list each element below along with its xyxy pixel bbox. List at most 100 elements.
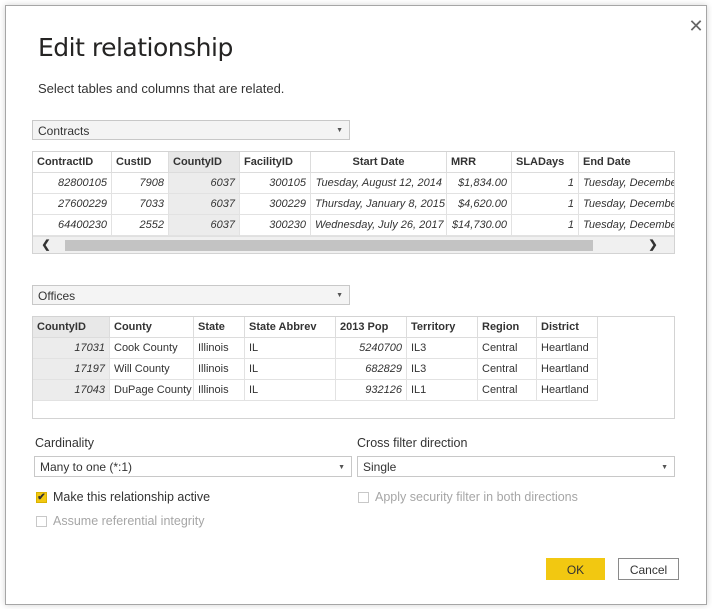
table1-select-value: Contracts xyxy=(38,124,90,138)
table1-header-row: ContractID CustID CountyID FacilityID Start … xyxy=(33,152,674,173)
table-cell: Illinois xyxy=(193,358,245,380)
table-row: 82800105 7908 6037 300105 Tuesday, August 12… xyxy=(33,172,674,194)
table-cell: 300230 xyxy=(239,214,311,236)
column-header[interactable]: CountyID xyxy=(33,317,110,338)
column-header[interactable]: MRR xyxy=(446,152,512,173)
table1-preview: ContractID CustID CountyID FacilityID Start … xyxy=(33,152,674,236)
table-cell: IL xyxy=(244,379,336,401)
chevron-down-icon: ▼ xyxy=(661,464,668,471)
make-active-label: Make this relationship active xyxy=(53,490,211,504)
cancel-button[interactable]: Cancel xyxy=(618,558,679,580)
column-header[interactable]: FacilityID xyxy=(239,152,311,173)
cross-filter-select[interactable]: Single ▼ xyxy=(357,456,675,477)
referential-integrity-checkbox xyxy=(36,515,47,527)
table-cell: Heartland xyxy=(536,379,598,401)
table-cell: Tuesday, Decembe xyxy=(578,172,674,194)
table2-select[interactable]: Offices ▼ xyxy=(32,285,350,305)
table-row: 17197 Will County Illinois IL 682829 IL3 Centr… xyxy=(33,358,598,380)
table-cell: Central xyxy=(477,358,537,380)
cardinality-select[interactable]: Many to one (*:1) ▼ xyxy=(34,456,352,477)
column-header[interactable]: ContractID xyxy=(33,152,112,173)
table-cell: IL1 xyxy=(406,379,478,401)
ok-button[interactable]: OK xyxy=(546,558,605,580)
table-cell: 17043 xyxy=(33,379,110,401)
table-row: 27600229 7033 6037 300229 Thursday, January … xyxy=(33,193,674,215)
table-cell: 17197 xyxy=(33,358,110,380)
table-cell: $1,834.00 xyxy=(446,172,512,194)
chevron-down-icon: ▼ xyxy=(336,292,343,299)
table-cell: Central xyxy=(477,337,537,359)
make-active-checkbox[interactable]: ✔ xyxy=(36,491,47,503)
table-row: 64400230 2552 6037 300230 Wednesday, July 26… xyxy=(33,214,674,236)
cross-filter-value: Single xyxy=(363,460,397,474)
table-cell: 27600229 xyxy=(33,193,112,215)
column-header[interactable]: District xyxy=(536,317,598,338)
table-cell: Central xyxy=(477,379,537,401)
security-filter-option: Apply security filter in both directions xyxy=(358,490,578,504)
table-cell: Tuesday, Decembe xyxy=(578,193,674,215)
table-cell: Will County xyxy=(109,358,194,380)
table-cell: 682829 xyxy=(335,358,407,380)
column-header[interactable]: County xyxy=(109,317,194,338)
make-active-option[interactable]: ✔ Make this relationship active xyxy=(36,490,210,504)
table-cell: 1 xyxy=(511,172,579,194)
table-row: 17043 DuPage County Illinois IL 932126 IL1 Cen… xyxy=(33,379,598,401)
table-cell: $14,730.00 xyxy=(446,214,512,236)
referential-integrity-option: Assume referential integrity xyxy=(36,514,204,528)
dialog-title: Edit relationship xyxy=(38,33,233,62)
table1-preview-grid: ContractID CustID CountyID FacilityID Start … xyxy=(32,151,675,254)
table-cell: IL3 xyxy=(406,358,478,380)
column-header[interactable]: SLADays xyxy=(511,152,579,173)
table-cell: Tuesday, Decembe xyxy=(578,214,674,236)
horizontal-scrollbar[interactable]: ❮ ❯ xyxy=(33,236,674,253)
table-cell: 17031 xyxy=(33,337,110,359)
table2-preview: CountyID County State State Abbrev 2013 Pop T… xyxy=(33,317,598,401)
close-icon[interactable]: ✕ xyxy=(685,15,707,37)
table2-preview-grid: CountyID County State State Abbrev 2013 Pop T… xyxy=(32,316,675,419)
table-cell: 7908 xyxy=(111,172,169,194)
column-header[interactable]: End Date xyxy=(578,152,674,173)
column-header[interactable]: CountyID xyxy=(168,152,240,173)
table-cell: Illinois xyxy=(193,379,245,401)
table-cell: Heartland xyxy=(536,337,598,359)
table-cell: DuPage County xyxy=(109,379,194,401)
table-cell: 2552 xyxy=(111,214,169,236)
chevron-down-icon: ▼ xyxy=(336,127,343,134)
table-cell: 300229 xyxy=(239,193,311,215)
table-cell: 1 xyxy=(511,214,579,236)
table-cell: 932126 xyxy=(335,379,407,401)
column-header[interactable]: Region xyxy=(477,317,537,338)
table-row: 17031 Cook County Illinois IL 5240700 IL3 Cent… xyxy=(33,337,598,359)
referential-integrity-label: Assume referential integrity xyxy=(53,514,205,528)
table-cell: 300105 xyxy=(239,172,311,194)
table-cell: Cook County xyxy=(109,337,194,359)
dialog-subtitle: Select tables and columns that are relat… xyxy=(38,81,285,96)
table1-select[interactable]: Contracts ▼ xyxy=(32,120,350,140)
table-cell: 1 xyxy=(511,193,579,215)
table-cell: 6037 xyxy=(168,214,240,236)
cardinality-value: Many to one (*:1) xyxy=(40,460,133,474)
chevron-down-icon: ▼ xyxy=(338,464,345,471)
edit-relationship-dialog: ✕ Edit relationship Select tables and co… xyxy=(5,5,707,605)
column-header[interactable]: Start Date xyxy=(310,152,447,173)
column-header[interactable]: 2013 Pop xyxy=(335,317,407,338)
table-cell: Thursday, January 8, 2015 xyxy=(310,193,447,215)
column-header[interactable]: Territory xyxy=(406,317,478,338)
scroll-right-icon[interactable]: ❯ xyxy=(644,237,662,253)
column-header[interactable]: CustID xyxy=(111,152,169,173)
table-cell: Tuesday, August 12, 2014 xyxy=(310,172,447,194)
table-cell: 6037 xyxy=(168,193,240,215)
table-cell: Wednesday, July 26, 2017 xyxy=(310,214,447,236)
security-filter-checkbox xyxy=(358,491,369,503)
scroll-left-icon[interactable]: ❮ xyxy=(37,237,55,253)
column-header[interactable]: State xyxy=(193,317,245,338)
scrollbar-thumb[interactable] xyxy=(65,240,593,251)
table2-header-row: CountyID County State State Abbrev 2013 Pop T… xyxy=(33,317,598,338)
security-filter-label: Apply security filter in both directions xyxy=(375,490,578,504)
column-header[interactable]: State Abbrev xyxy=(244,317,336,338)
cardinality-label: Cardinality xyxy=(35,436,95,450)
table-cell: IL3 xyxy=(406,337,478,359)
table-cell: 82800105 xyxy=(33,172,112,194)
table-cell: $4,620.00 xyxy=(446,193,512,215)
table-cell: 64400230 xyxy=(33,214,112,236)
